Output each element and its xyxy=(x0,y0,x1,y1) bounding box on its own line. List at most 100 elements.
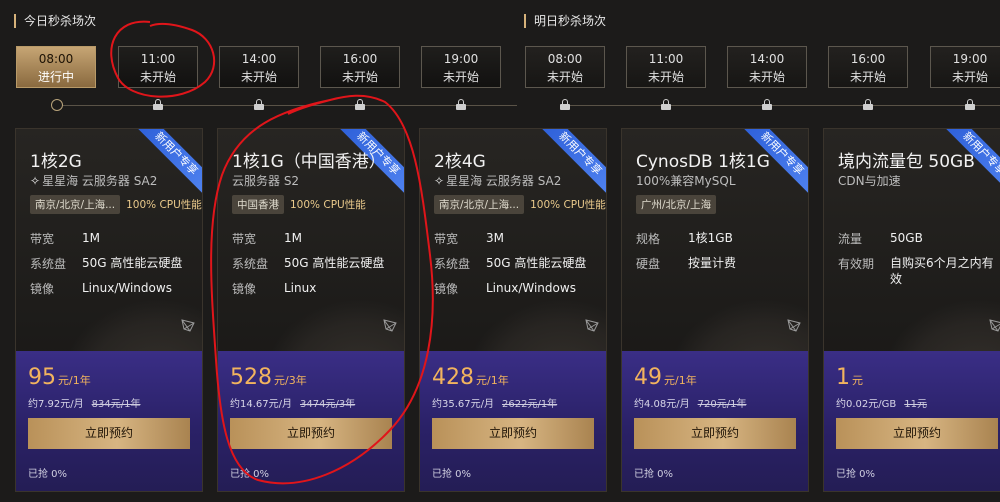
timeslot-time: 14:00 xyxy=(241,52,277,66)
spec-row: 镜像 Linux/Windows xyxy=(434,280,604,297)
price-value: 428 xyxy=(432,365,474,390)
timeslot-status: 未开始 xyxy=(240,70,277,84)
monthly-price: 约14.67元/月 xyxy=(230,399,292,410)
timeslot-time: 19:00 xyxy=(952,52,988,66)
price-unit: 元/1年 xyxy=(664,374,697,387)
price-value: 95 xyxy=(28,365,56,390)
sold-percentage: 已抢 0% xyxy=(634,469,674,480)
timeslot-time: 11:00 xyxy=(140,52,176,66)
card-subtitle: CDN与加速 xyxy=(838,172,901,189)
reserve-button[interactable]: 立即预约 xyxy=(28,418,190,449)
timeslot-tomorrow-1900[interactable]: 19:00 未开始 xyxy=(930,46,1000,88)
timeslot-today-1100[interactable]: 11:00 未开始 xyxy=(118,46,198,88)
spec-row: 带宽 1M xyxy=(30,230,200,247)
spec-value: 1M xyxy=(82,231,100,245)
original-price: 11元 xyxy=(904,399,927,410)
product-type: 100%兼容MySQL xyxy=(636,174,736,188)
tag-row: 中国香港 100% CPU性能 xyxy=(232,195,366,214)
spec-row: 带宽 1M xyxy=(232,230,402,247)
card-title: 2核4G xyxy=(434,152,486,172)
spec-key: 带宽 xyxy=(30,232,55,246)
spec-key: 规格 xyxy=(636,232,661,246)
timeslot-time: 08:00 xyxy=(547,52,583,66)
lock-icon xyxy=(863,99,873,110)
timeslot-today-1400[interactable]: 14:00 未开始 xyxy=(219,46,299,88)
reserve-button[interactable]: 立即预约 xyxy=(634,418,796,449)
product-type: 云服务器 S2 xyxy=(232,174,300,188)
original-price: 834元/1年 xyxy=(91,399,141,410)
lock-icon xyxy=(254,99,264,110)
spec-value: Linux xyxy=(284,281,317,295)
product-card: 新用户专享 境内流量包 50GB CDN与加速 流量 50GB 有效期 自购买6个月… xyxy=(823,128,1000,492)
product-card: 新用户专享 CynosDB 1核1G 100%兼容MySQL 广州/北京/上海 … xyxy=(621,128,809,492)
spec-value: 50G 高性能云硬盘 xyxy=(486,256,587,270)
brand-name: 星星海 xyxy=(42,174,79,188)
timeslot-time: 16:00 xyxy=(342,52,378,66)
card-title: 1核1G（中国香港） xyxy=(232,152,386,172)
spec-value: 50G 高性能云硬盘 xyxy=(284,256,385,270)
price-unit: 元/1年 xyxy=(58,374,91,387)
card-subtitle: ✧ 星星海 云服务器 SA2 xyxy=(30,172,157,189)
timeslot-today-1600[interactable]: 16:00 未开始 xyxy=(320,46,400,88)
lock-icon xyxy=(456,99,466,110)
spec-key: 系统盘 xyxy=(232,257,269,271)
timeslot-status: 未开始 xyxy=(139,70,176,84)
card-subtitle: ✧ 星星海 云服务器 SA2 xyxy=(434,172,561,189)
tag-row: 广州/北京/上海 xyxy=(636,195,722,214)
timeslot-tomorrow-1400[interactable]: 14:00 未开始 xyxy=(727,46,807,88)
crystal-icon xyxy=(181,319,195,332)
price-detail: 约35.67元/月 2622元/1年 xyxy=(432,395,557,410)
price: 49 元/1年 xyxy=(634,365,697,390)
product-type: 云服务器 SA2 xyxy=(81,174,158,188)
cpu-tag: 100% CPU性能 xyxy=(126,199,202,211)
price-unit: 元/3年 xyxy=(274,374,307,387)
lock-icon xyxy=(965,99,975,110)
reserve-button[interactable]: 立即预约 xyxy=(836,418,998,449)
product-card: 新用户专享 2核4G ✧ 星星海 云服务器 SA2 南京/北京/上海... 100%… xyxy=(419,128,607,492)
timeslot-today-0800[interactable]: 08:00 进行中 xyxy=(16,46,96,88)
crystal-icon xyxy=(585,319,599,332)
monthly-price: 约0.02元/GB xyxy=(836,399,897,410)
price-detail: 约14.67元/月 3474元/3年 xyxy=(230,395,355,410)
price-value: 49 xyxy=(634,365,662,390)
spec-value: 1M xyxy=(284,231,302,245)
spec-key: 镜像 xyxy=(434,282,459,296)
spec-row: 流量 50GB xyxy=(838,230,1000,247)
card-title: 境内流量包 50GB xyxy=(838,152,975,172)
spec-value: Linux/Windows xyxy=(82,281,172,295)
price-unit: 元 xyxy=(852,374,863,387)
crystal-icon xyxy=(989,319,1000,332)
timeslot-tomorrow-1100[interactable]: 11:00 未开始 xyxy=(626,46,706,88)
price-detail: 约0.02元/GB 11元 xyxy=(836,395,927,410)
star-icon: ✧ xyxy=(30,174,41,188)
spec-value: 3M xyxy=(486,231,504,245)
spec-key: 镜像 xyxy=(232,282,257,296)
timeslot-tomorrow-0800[interactable]: 08:00 未开始 xyxy=(525,46,605,88)
monthly-price: 约35.67元/月 xyxy=(432,399,494,410)
monthly-price: 约4.08元/月 xyxy=(634,399,690,410)
timeslot-time: 11:00 xyxy=(648,52,684,66)
card-subtitle: 100%兼容MySQL xyxy=(636,172,736,189)
timeline-today xyxy=(62,105,517,106)
price: 528 元/3年 xyxy=(230,365,307,390)
card-title: 1核2G xyxy=(30,152,82,172)
spec-value: 按量计费 xyxy=(688,256,737,270)
timeslot-status: 进行中 xyxy=(37,70,74,84)
spec-key: 硬盘 xyxy=(636,257,661,271)
original-price: 720元/1年 xyxy=(697,399,747,410)
reserve-button[interactable]: 立即预约 xyxy=(230,418,392,449)
spec-row: 带宽 3M xyxy=(434,230,604,247)
lock-icon xyxy=(762,99,772,110)
timeline-tomorrow xyxy=(565,105,1000,106)
product-type: CDN与加速 xyxy=(838,174,901,188)
price-value: 1 xyxy=(836,365,850,390)
timeslot-time: 14:00 xyxy=(749,52,785,66)
price: 95 元/1年 xyxy=(28,365,91,390)
timeslot-status: 未开始 xyxy=(341,70,378,84)
timeslot-tomorrow-1600[interactable]: 16:00 未开始 xyxy=(828,46,908,88)
reserve-button[interactable]: 立即预约 xyxy=(432,418,594,449)
location-tag: 南京/北京/上海... xyxy=(434,195,525,214)
tag-row: 南京/北京/上海... 100% CPU性能 xyxy=(434,195,606,214)
timeslot-today-1900[interactable]: 19:00 未开始 xyxy=(421,46,501,88)
lock-icon xyxy=(661,99,671,110)
